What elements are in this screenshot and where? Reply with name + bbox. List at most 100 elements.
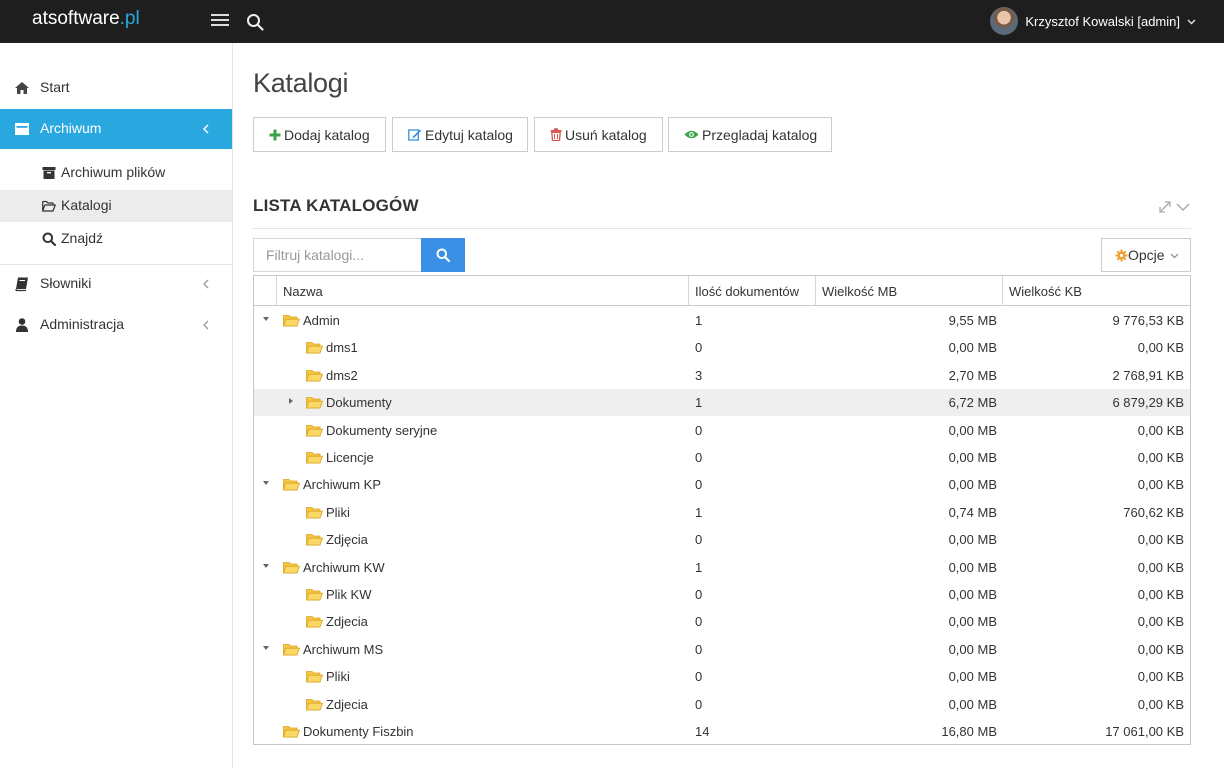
plus-icon <box>269 129 281 140</box>
table-row[interactable]: Pliki 0 0,00 MB 0,00 KB <box>254 663 1190 690</box>
folder-icon <box>306 534 323 546</box>
table-row[interactable]: Admin 1 9,55 MB 9 776,53 KB <box>254 307 1190 334</box>
cell-size-kb: 0,00 KB <box>1137 340 1184 356</box>
cell-doc-count: 0 <box>695 641 703 657</box>
folder-icon <box>306 616 323 628</box>
cell-size-mb: 0,00 MB <box>948 641 997 657</box>
brand-name: atsoftware <box>32 8 120 29</box>
table-row[interactable]: dms2 3 2,70 MB 2 768,91 KB <box>254 362 1190 389</box>
folder-icon <box>306 452 323 464</box>
user-icon <box>16 318 28 332</box>
sidebar-item-slowniki[interactable]: Słowniki <box>0 264 232 304</box>
folder-icon <box>283 315 300 327</box>
cell-size-kb: 0,00 KB <box>1137 614 1184 630</box>
chevron-down-icon[interactable] <box>1176 203 1190 212</box>
folder-icon <box>306 506 323 519</box>
search-icon[interactable] <box>246 13 264 31</box>
table-row[interactable]: Dokumenty 1 6,72 MB 6 879,29 KB <box>254 389 1190 417</box>
folder-icon <box>306 369 323 382</box>
table-row[interactable]: Archiwum MS 0 0,00 MB 0,00 KB <box>254 636 1190 663</box>
user-menu[interactable]: Krzysztof Kowalski [admin] <box>990 5 1196 37</box>
table-row[interactable]: Pliki 1 0,74 MB 760,62 KB <box>254 499 1190 526</box>
cell-size-mb: 0,00 MB <box>948 559 997 575</box>
cell-name: Archiwum MS <box>303 641 384 657</box>
table-row[interactable]: Plik KW 0 0,00 MB 0,00 KB <box>254 581 1190 608</box>
cell-doc-count: 1 <box>695 559 703 575</box>
cell-size-kb: 2 768,91 KB <box>1112 367 1184 383</box>
column-header-wielkosc-kb[interactable]: Wielkość KB <box>1002 276 1190 306</box>
filter-search-button[interactable] <box>421 238 465 272</box>
cell-name: Licencje <box>326 450 374 465</box>
edit-catalog-button[interactable]: Edytuj katalog <box>392 117 528 152</box>
sidebar-item-archiwum-plikow[interactable]: Archiwum plików <box>0 157 232 189</box>
cell-size-mb: 0,00 MB <box>948 696 997 712</box>
table-row[interactable]: Zdjęcia 0 0,00 MB 0,00 KB <box>254 526 1190 553</box>
sidebar-item-administracja[interactable]: Administracja <box>0 305 232 345</box>
view-catalog-button[interactable]: Przegladaj katalog <box>668 117 832 152</box>
cell-size-kb: 0,00 KB <box>1137 422 1184 438</box>
section-title: LISTA KATALOGÓW <box>253 196 419 215</box>
eye-icon <box>684 130 699 139</box>
filter-input[interactable] <box>253 238 421 272</box>
folder-icon <box>283 726 300 738</box>
cell-doc-count: 0 <box>695 587 703 602</box>
sidebar-item-archiwum[interactable]: Archiwum <box>0 109 232 149</box>
folder-icon <box>306 671 323 683</box>
cell-size-mb: 6,72 MB <box>948 395 997 411</box>
cell-name: Admin <box>303 313 340 328</box>
cell-size-kb: 0,00 KB <box>1137 696 1184 712</box>
sidebar-item-label: Słowniki <box>40 275 92 291</box>
delete-catalog-button[interactable]: Usuń katalog <box>534 117 663 152</box>
cell-name: Dokumenty <box>326 395 392 411</box>
cell-doc-count: 1 <box>695 313 703 328</box>
table-row[interactable]: Zdjecia 0 0,00 MB 0,00 KB <box>254 691 1190 718</box>
sidebar-item-label: Znajdź <box>61 230 104 246</box>
cell-doc-count: 0 <box>695 450 703 465</box>
brand-logo[interactable]: atsoftware.pl <box>32 8 140 30</box>
column-header-ilosc[interactable]: Ilość dokumentów <box>688 276 815 306</box>
menu-toggle-icon[interactable] <box>211 14 229 27</box>
table-header: Nazwa Ilość dokumentów Wielkość MB Wielk… <box>254 276 1190 306</box>
tree-collapse-icon[interactable] <box>262 562 270 570</box>
chevron-down-icon <box>1187 18 1196 25</box>
home-icon <box>15 82 29 94</box>
table-row[interactable]: Dokumenty seryjne 0 0,00 MB 0,00 KB <box>254 417 1190 444</box>
folder-icon <box>306 397 323 409</box>
folder-icon <box>306 342 323 354</box>
cell-name: Archiwum KP <box>303 477 382 493</box>
table-row[interactable]: Dokumenty Fiszbin 14 16,80 MB 17 061,00 KB <box>254 718 1190 745</box>
tree-expand-icon[interactable] <box>287 397 295 405</box>
chevron-down-icon <box>1170 253 1179 258</box>
table-row[interactable]: Zdjecia 0 0,00 MB 0,00 KB <box>254 608 1190 635</box>
cell-doc-count: 1 <box>695 504 703 520</box>
cell-doc-count: 0 <box>695 477 703 493</box>
add-catalog-button[interactable]: Dodaj katalog <box>253 117 386 152</box>
cell-size-mb: 0,00 MB <box>948 340 997 356</box>
column-header-wielkosc-mb[interactable]: Wielkość MB <box>815 276 1002 306</box>
panel-tools <box>1159 201 1190 213</box>
sidebar-item-znajdz[interactable]: Znajdź <box>0 223 232 255</box>
table-row[interactable]: Archiwum KP 0 0,00 MB 0,00 KB <box>254 471 1190 498</box>
cell-doc-count: 0 <box>695 422 703 438</box>
sidebar: Start Archiwum Archiwum plików Katalogi … <box>0 43 233 768</box>
expand-icon[interactable] <box>1159 201 1171 213</box>
cell-size-kb: 0,00 KB <box>1137 477 1184 493</box>
chevron-left-icon <box>203 320 209 330</box>
sidebar-item-start[interactable]: Start <box>0 68 232 108</box>
button-label: Edytuj katalog <box>425 126 513 143</box>
tree-collapse-icon[interactable] <box>262 479 270 487</box>
table-row[interactable]: dms1 0 0,00 MB 0,00 KB <box>254 334 1190 361</box>
cell-doc-count: 0 <box>695 340 703 356</box>
cell-size-mb: 16,80 MB <box>941 724 997 739</box>
cell-name: Dokumenty seryjne <box>326 422 438 438</box>
table-row[interactable]: Archiwum KW 1 0,00 MB 0,00 KB <box>254 554 1190 581</box>
column-header-nazwa[interactable]: Nazwa <box>276 276 688 306</box>
table-row[interactable]: Licencje 0 0,00 MB 0,00 KB <box>254 444 1190 471</box>
tree-collapse-icon[interactable] <box>262 315 270 323</box>
cell-size-mb: 0,00 MB <box>948 669 997 685</box>
avatar <box>990 7 1019 35</box>
tree-collapse-icon[interactable] <box>262 644 270 652</box>
cell-doc-count: 14 <box>695 724 710 739</box>
sidebar-item-katalogi[interactable]: Katalogi <box>0 190 232 222</box>
options-button[interactable]: Opcje <box>1101 238 1191 272</box>
